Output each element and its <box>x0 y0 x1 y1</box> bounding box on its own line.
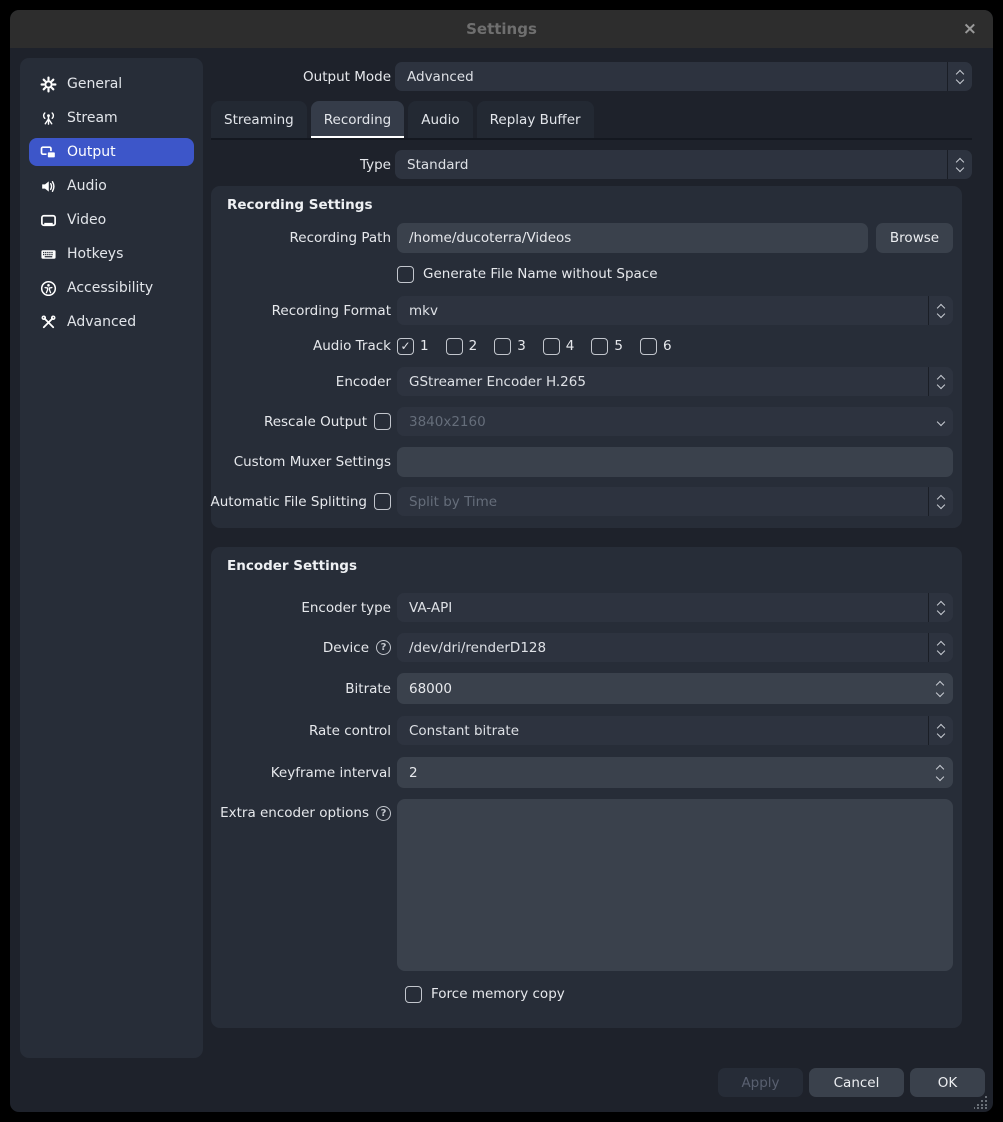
sidebar-item-advanced[interactable]: Advanced <box>29 308 194 336</box>
rate-control-label: Rate control <box>211 723 391 739</box>
sidebar-label: Accessibility <box>67 280 153 296</box>
recording-settings-card: Recording Settings Recording Path Browse… <box>211 186 962 528</box>
spinner-arrows <box>928 367 953 396</box>
audio-track-3-checkbox[interactable] <box>494 338 511 355</box>
force-memory-copy-checkbox[interactable] <box>405 986 422 1003</box>
help-icon[interactable]: ? <box>376 806 391 821</box>
sidebar-label: General <box>67 76 122 92</box>
audio-track-5-checkbox[interactable] <box>591 338 608 355</box>
rescale-output-checkbox[interactable] <box>374 413 391 430</box>
generate-filename-label: Generate File Name without Space <box>423 266 658 282</box>
extra-encoder-options-textarea[interactable] <box>397 799 953 971</box>
tab-separator <box>211 138 972 140</box>
extra-encoder-options-label: Extra encoder options <box>220 805 369 821</box>
recording-format-label: Recording Format <box>211 303 391 319</box>
recording-path-label: Recording Path <box>211 230 391 246</box>
sidebar-item-stream[interactable]: Stream <box>29 104 194 132</box>
tools-icon <box>39 313 57 331</box>
chevron-down-icon <box>928 407 953 436</box>
sidebar-label: Stream <box>67 110 118 126</box>
sidebar-label: Audio <box>67 178 107 194</box>
window-title: Settings <box>466 20 537 38</box>
resize-grip-icon[interactable] <box>974 1094 988 1108</box>
tab-audio[interactable]: Audio <box>408 101 472 138</box>
audio-track-2-checkbox[interactable] <box>446 338 463 355</box>
sidebar-label: Advanced <box>67 314 136 330</box>
browse-button[interactable]: Browse <box>876 223 953 253</box>
rate-control-select[interactable]: Constant bitrate <box>397 716 953 745</box>
file-splitting-checkbox[interactable] <box>374 493 391 510</box>
generate-filename-checkbox[interactable] <box>397 266 414 283</box>
spinner-arrows <box>928 487 953 516</box>
recording-settings-title: Recording Settings <box>227 197 372 213</box>
encoder-type-label: Encoder type <box>211 600 391 616</box>
keyboard-icon <box>39 245 57 263</box>
spinner-arrows <box>928 633 953 662</box>
rescale-output-label: Rescale Output <box>264 414 367 430</box>
spinner-arrows <box>937 682 943 696</box>
force-memory-copy-label: Force memory copy <box>431 986 565 1002</box>
sidebar-item-audio[interactable]: Audio <box>29 172 194 200</box>
spinner-arrows <box>928 296 953 325</box>
output-displays-icon <box>39 143 57 161</box>
spinner-arrows <box>947 62 972 91</box>
sidebar-label: Video <box>67 212 106 228</box>
sidebar-label: Output <box>67 144 116 160</box>
encoder-select[interactable]: GStreamer Encoder H.265 <box>397 367 953 396</box>
output-mode-label: Output Mode <box>211 69 391 85</box>
encoder-settings-card: Encoder Settings Encoder type VA-API Dev… <box>211 547 962 1028</box>
sidebar-item-general[interactable]: General <box>29 70 194 98</box>
monitor-icon <box>39 211 57 229</box>
tab-recording[interactable]: Recording <box>311 101 405 138</box>
file-splitting-select[interactable]: Split by Time <box>397 487 953 516</box>
audio-track-group: 1 2 3 4 5 6 <box>397 338 689 355</box>
help-icon[interactable]: ? <box>376 640 391 655</box>
recording-format-select[interactable]: mkv <box>397 296 953 325</box>
device-label: Device <box>323 640 369 656</box>
spinner-arrows <box>937 766 943 780</box>
spinner-arrows <box>947 150 972 179</box>
accessibility-icon <box>39 279 57 297</box>
footer-buttons: Apply Cancel OK <box>718 1068 985 1097</box>
encoder-settings-title: Encoder Settings <box>227 558 357 574</box>
rescale-resolution-select[interactable]: 3840x2160 <box>397 407 953 436</box>
device-select[interactable]: /dev/dri/renderD128 <box>397 633 953 662</box>
type-select[interactable]: Standard <box>395 150 972 179</box>
sidebar-item-accessibility[interactable]: Accessibility <box>29 274 194 302</box>
audio-track-label: Audio Track <box>211 338 391 354</box>
type-label: Type <box>211 157 391 173</box>
titlebar: Settings × <box>10 10 993 48</box>
sidebar-item-video[interactable]: Video <box>29 206 194 234</box>
encoder-label: Encoder <box>211 374 391 390</box>
speaker-icon <box>39 177 57 195</box>
audio-track-4-checkbox[interactable] <box>543 338 560 355</box>
sidebar-label: Hotkeys <box>67 246 123 262</box>
custom-muxer-input[interactable] <box>397 447 953 477</box>
file-splitting-label: Automatic File Splitting <box>210 494 367 510</box>
bitrate-label: Bitrate <box>211 681 391 697</box>
gear-icon <box>39 75 57 93</box>
settings-window: Settings × General Stream Output Au <box>10 10 993 1112</box>
bitrate-spinbox[interactable]: 68000 <box>397 673 953 704</box>
audio-track-1-checkbox[interactable] <box>397 338 414 355</box>
apply-button[interactable]: Apply <box>718 1068 803 1097</box>
antenna-icon <box>39 109 57 127</box>
spinner-arrows <box>928 716 953 745</box>
sidebar: General Stream Output Audio Video <box>20 58 203 1058</box>
ok-button[interactable]: OK <box>910 1068 985 1097</box>
recording-path-input[interactable] <box>397 223 868 253</box>
output-mode-select[interactable]: Advanced <box>395 62 972 91</box>
sidebar-item-output[interactable]: Output <box>29 138 194 166</box>
custom-muxer-label: Custom Muxer Settings <box>211 454 391 470</box>
encoder-type-select[interactable]: VA-API <box>397 593 953 622</box>
spinner-arrows <box>928 593 953 622</box>
sidebar-item-hotkeys[interactable]: Hotkeys <box>29 240 194 268</box>
keyframe-interval-label: Keyframe interval <box>211 765 391 781</box>
keyframe-interval-spinbox[interactable]: 2 <box>397 757 953 788</box>
close-icon[interactable]: × <box>963 10 977 48</box>
tab-streaming[interactable]: Streaming <box>211 101 307 138</box>
audio-track-6-checkbox[interactable] <box>640 338 657 355</box>
cancel-button[interactable]: Cancel <box>809 1068 904 1097</box>
tab-replay-buffer[interactable]: Replay Buffer <box>477 101 594 138</box>
